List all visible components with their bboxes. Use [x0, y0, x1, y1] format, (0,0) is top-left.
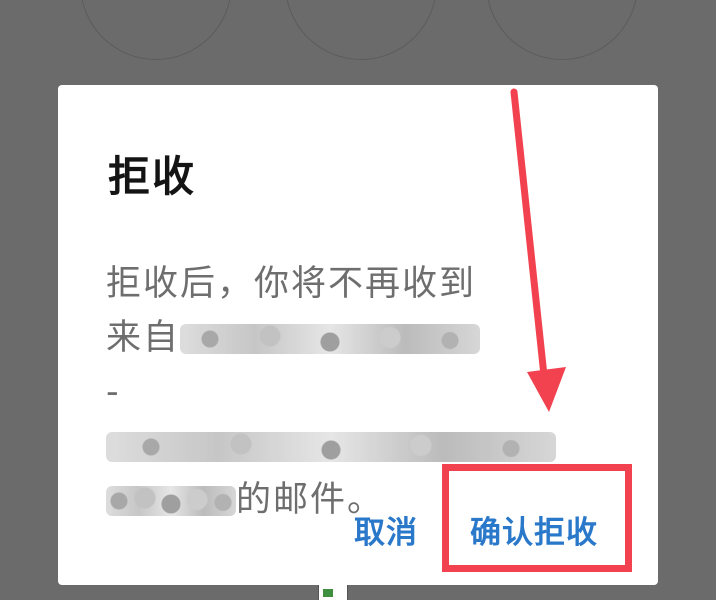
message-from-label: 来自: [106, 318, 181, 358]
message-line-1: 拒收后，你将不再收到: [106, 264, 477, 304]
dialog-title: 拒收: [108, 152, 197, 201]
redacted-sender-address-end: [106, 486, 236, 516]
annotation-highlight-box: [442, 464, 632, 572]
background-avatar-circle: [285, 0, 437, 60]
screen: 拒收 拒收后，你将不再收到 来自 - 的邮件。 取消 确认拒收: [0, 0, 716, 600]
background-avatar-circle: [80, 0, 232, 60]
redacted-sender-address: [106, 432, 556, 462]
cancel-button[interactable]: 取消: [354, 507, 418, 552]
redacted-sender-name: [180, 324, 481, 354]
background-avatar-circle: [486, 0, 638, 60]
message-dash: -: [106, 372, 121, 412]
background-attachment-thumbnail: [318, 584, 348, 600]
